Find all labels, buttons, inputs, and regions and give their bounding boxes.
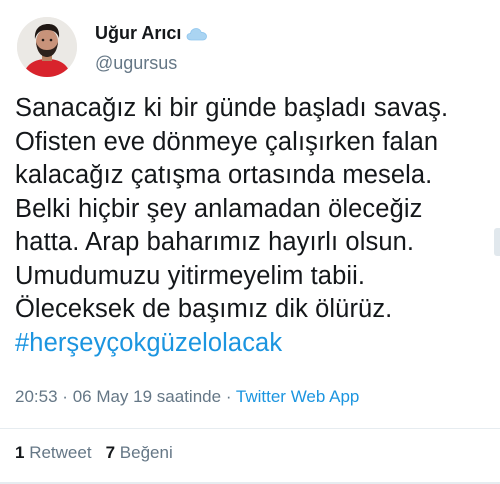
tweet-time: 20:53 <box>15 387 58 406</box>
tweet-text-line: Öleceksek de başımız dik ölürüz. <box>15 295 393 323</box>
name-row: Uğur Arıcı <box>95 21 208 47</box>
like-count: 7 <box>105 443 116 462</box>
tweet-stats: 1 Retweet 7 Beğeni <box>15 443 173 463</box>
like-label: Beğeni <box>119 443 173 462</box>
cloud-icon <box>186 26 208 42</box>
retweet-stat[interactable]: 1 Retweet <box>15 443 92 462</box>
avatar[interactable] <box>17 17 77 77</box>
tweet-header: Uğur Arıcı @ugursus <box>17 12 208 82</box>
hashtag-link[interactable]: #herşeyçokgüzelolacak <box>15 327 495 361</box>
tweet-text-line: kalacağız çatışma ortasında mesela. <box>15 161 433 189</box>
like-stat[interactable]: 7 Beğeni <box>106 443 173 462</box>
tweet-date: 06 May 19 saatinde <box>72 387 222 406</box>
user-handle[interactable]: @ugursus <box>95 53 208 74</box>
divider <box>0 428 500 429</box>
tweet-meta: 20:53 · 06 May 19 saatinde · Twitter Web… <box>15 387 359 407</box>
display-name[interactable]: Uğur Arıcı <box>95 23 181 44</box>
tweet-text-line: Sanacağız ki bir günde başladı savaş. <box>15 94 449 122</box>
retweet-count: 1 <box>15 443 25 462</box>
user-info: Uğur Arıcı @ugursus <box>95 21 208 74</box>
tweet-text-line: hatta. Arap baharımız hayırlı olsun. <box>15 228 415 256</box>
meta-separator: · <box>225 387 232 406</box>
tweet-text-line: Belki hiçbir şey anlamadan öleceğiz <box>15 194 423 223</box>
retweet-label: Retweet <box>29 443 92 462</box>
tweet-text-line: Ofisten eve dönmeye çalışırken falan <box>15 127 439 156</box>
tweet-text: Sanacağız ki bir günde başladı savaş. Of… <box>15 92 495 360</box>
meta-separator: · <box>62 387 68 406</box>
tweet-text-line: Umudumuzu yitirmeyelim tabii. <box>15 261 366 290</box>
scrollbar[interactable] <box>494 228 500 256</box>
tweet-source-link[interactable]: Twitter Web App <box>236 387 359 406</box>
avatar-image <box>17 17 77 77</box>
tweet-detail: Uğur Arıcı @ugursus Sanacağız ki bir gün… <box>0 0 500 484</box>
